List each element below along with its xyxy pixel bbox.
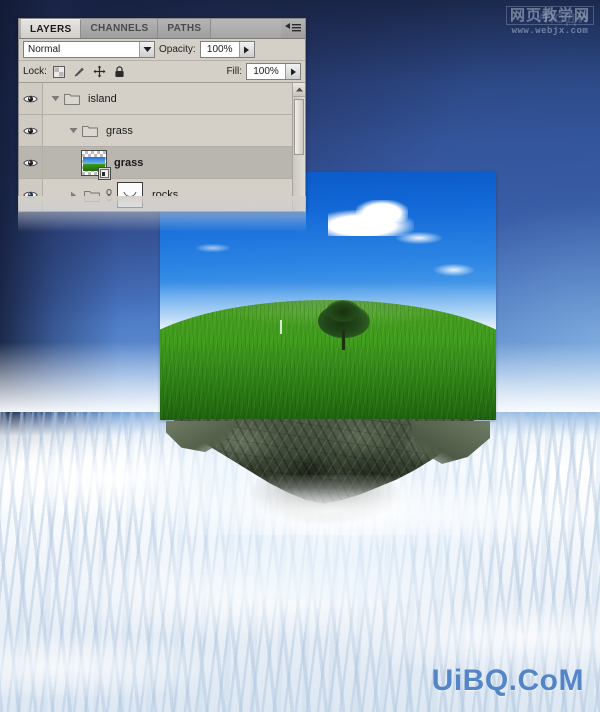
eye-visible-icon[interactable]: [19, 147, 43, 178]
lock-all-padlock-icon[interactable]: [113, 65, 126, 78]
eye-visible-icon[interactable]: [19, 179, 43, 211]
layer-row-island[interactable]: island: [19, 83, 305, 115]
opacity-label: Opacity:: [159, 44, 196, 55]
lock-transparency-icon[interactable]: [53, 65, 66, 78]
blend-mode-row[interactable]: Normal Opacity: 100%: [19, 39, 305, 61]
eye-visible-icon[interactable]: [19, 83, 43, 114]
folder-icon: [83, 189, 101, 202]
lone-tree: [318, 300, 370, 350]
watermark-top: 网页教学网 www.webjx.com: [505, 6, 594, 36]
triangle-down-icon[interactable]: [65, 127, 81, 134]
blend-mode-value: Normal: [28, 44, 61, 55]
layer-mask-badge-icon[interactable]: [98, 166, 111, 180]
floating-island-artwork: [140, 172, 520, 535]
tree-trunk: [342, 330, 345, 350]
tab-channels-label: CHANNELS: [90, 23, 149, 34]
island-rocks: [140, 419, 520, 535]
tab-paths-label: PATHS: [167, 23, 202, 34]
watermark-top-url: www.webjx.com: [511, 26, 589, 36]
triangle-down-icon[interactable]: [47, 95, 63, 102]
photo-cloud: [356, 200, 408, 222]
layer-row-grass[interactable]: grass: [19, 147, 305, 180]
folder-icon: [63, 92, 81, 105]
photo-cloud: [396, 232, 442, 244]
layer-name-island: island: [88, 92, 117, 105]
layer-thumbnail[interactable]: [81, 149, 111, 180]
panel-menu-icon[interactable]: [281, 19, 305, 38]
tab-layers-label: LAYERS: [30, 24, 72, 35]
layer-name-rocks: rocks: [152, 189, 179, 201]
triangle-right-icon[interactable]: [65, 191, 81, 200]
panel-tab-bar[interactable]: LAYERS CHANNELS PATHS: [19, 19, 305, 39]
lock-row[interactable]: Lock: Fill: 100%: [19, 61, 305, 83]
screenshot-canvas: LAYERS CHANNELS PATHS Normal Opacity: 10…: [0, 0, 600, 712]
photo-cloud: [196, 244, 230, 252]
layers-scrollbar[interactable]: [292, 83, 305, 211]
fill-label: Fill:: [226, 66, 242, 77]
lock-label: Lock:: [23, 66, 47, 77]
opacity-value: 100%: [206, 44, 233, 55]
layers-list[interactable]: island grass grass rocks: [19, 83, 305, 211]
triangle-right-icon[interactable]: [238, 42, 254, 57]
mask-link-icon[interactable]: [103, 188, 115, 202]
watermark-top-text: 网页教学网: [505, 6, 594, 25]
blend-mode-select[interactable]: Normal: [23, 41, 155, 58]
layer-name-grass: grass: [114, 156, 144, 169]
tab-channels[interactable]: CHANNELS: [81, 19, 159, 38]
tab-paths[interactable]: PATHS: [158, 19, 212, 38]
photo-cloud: [434, 264, 474, 276]
lock-position-move-icon[interactable]: [93, 65, 106, 78]
chevron-down-icon[interactable]: [139, 42, 154, 57]
lock-image-brush-icon[interactable]: [73, 65, 86, 78]
scroll-up-arrow-icon[interactable]: [293, 83, 305, 97]
small-post: [280, 320, 282, 334]
layer-row-grass-group[interactable]: grass: [19, 115, 305, 147]
layer-row-rocks[interactable]: rocks: [19, 179, 305, 211]
fill-value: 100%: [253, 66, 279, 77]
tab-layers[interactable]: LAYERS: [21, 19, 82, 38]
layers-panel[interactable]: LAYERS CHANNELS PATHS Normal Opacity: 10…: [18, 18, 306, 212]
eye-visible-icon[interactable]: [19, 115, 43, 146]
folder-icon: [81, 124, 99, 137]
triangle-right-icon[interactable]: [285, 64, 300, 79]
vector-mask-thumbnail[interactable]: [117, 182, 143, 208]
layer-name-grass-group: grass: [106, 124, 133, 137]
scrollbar-thumb[interactable]: [294, 99, 304, 155]
lock-icon-group[interactable]: [53, 65, 126, 78]
rock-mist: [140, 475, 520, 535]
tree-crown-top: [326, 300, 360, 322]
opacity-field[interactable]: 100%: [199, 41, 255, 58]
watermark-bottom: UiBQ.CoM: [431, 664, 584, 697]
fill-field[interactable]: 100%: [246, 63, 301, 80]
